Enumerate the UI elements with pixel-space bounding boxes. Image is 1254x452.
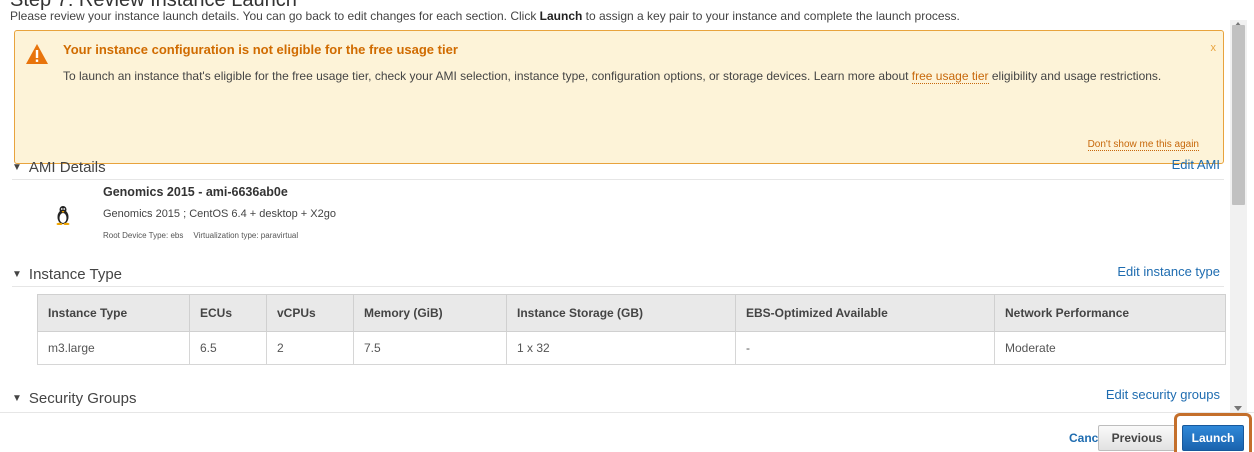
warning-body-before: To launch an instance that's eligible fo… — [63, 69, 912, 83]
ami-details-divider — [12, 179, 1224, 180]
collapse-triangle-icon: ▼ — [12, 162, 22, 173]
column-header: EBS-Optimized Available — [735, 294, 995, 332]
column-header: Instance Storage (GB) — [506, 294, 736, 332]
edit-ami-link[interactable]: Edit AMI — [1172, 157, 1220, 172]
edit-instance-type-link[interactable]: Edit instance type — [1117, 264, 1220, 279]
footer-divider — [0, 412, 1254, 413]
security-groups-header[interactable]: ▼ Security Groups — [12, 390, 136, 407]
warning-triangle-icon — [26, 44, 48, 64]
intro-text-bold: Launch — [539, 9, 583, 23]
dont-show-again-link[interactable]: Don't show me this again — [1087, 139, 1199, 151]
table-cell: 7.5 — [353, 331, 507, 365]
warning-title: Your instance configuration is not eligi… — [63, 42, 458, 57]
collapse-triangle-icon: ▼ — [12, 393, 22, 404]
table-cell: 6.5 — [189, 331, 267, 365]
ami-details-header-label: AMI Details — [28, 159, 106, 176]
intro-text: Please review your instance launch detai… — [10, 9, 960, 23]
intro-text-before: Please review your instance launch detai… — [10, 9, 540, 23]
table-cell: 1 x 32 — [506, 331, 736, 365]
instance-type-table: Instance Type ECUs vCPUs Memory (GiB) In… — [37, 294, 1226, 365]
instance-type-header[interactable]: ▼ Instance Type — [12, 266, 122, 283]
warning-body: To launch an instance that's eligible fo… — [63, 68, 1183, 84]
ami-name: Genomics 2015 - ami-6636ab0e — [103, 185, 288, 199]
table-header-row: Instance Type ECUs vCPUs Memory (GiB) In… — [37, 294, 1226, 332]
intro-text-after: to assign a key pair to your instance an… — [582, 9, 960, 23]
ami-details-header[interactable]: ▼ AMI Details — [12, 159, 106, 176]
scrollbar-thumb[interactable] — [1232, 25, 1245, 205]
table-cell: Moderate — [994, 331, 1226, 365]
column-header: Network Performance — [994, 294, 1226, 332]
instance-type-divider — [12, 286, 1224, 287]
table-cell: - — [735, 331, 995, 365]
free-usage-tier-link[interactable]: free usage tier — [911, 69, 989, 84]
launch-button[interactable]: Launch — [1182, 425, 1244, 451]
warning-close-button[interactable]: x — [1211, 42, 1217, 54]
vertical-scrollbar[interactable] — [1230, 20, 1247, 413]
table-cell: m3.large — [37, 331, 190, 365]
free-tier-warning: Your instance configuration is not eligi… — [14, 30, 1224, 164]
instance-type-header-label: Instance Type — [28, 266, 123, 283]
ami-meta: Root Device Type: ebs Virtualization type… — [103, 231, 308, 240]
scroll-down-arrow-icon[interactable] — [1234, 406, 1242, 411]
table-row: m3.large 6.5 2 7.5 1 x 32 - Moderate — [37, 331, 1226, 365]
table-cell: 2 — [266, 331, 354, 365]
edit-security-groups-link[interactable]: Edit security groups — [1106, 387, 1220, 402]
column-header: vCPUs — [266, 294, 354, 332]
ami-root-device: Root Device Type: ebs — [103, 231, 184, 240]
collapse-triangle-icon: ▼ — [12, 269, 22, 280]
linux-penguin-icon — [56, 206, 70, 225]
warning-body-after: eligibility and usage restrictions. — [988, 69, 1162, 83]
column-header: Instance Type — [37, 294, 190, 332]
column-header: ECUs — [189, 294, 267, 332]
column-header: Memory (GiB) — [353, 294, 507, 332]
security-groups-header-label: Security Groups — [28, 390, 137, 407]
ami-virtualization: Virtualization type: paravirtual — [193, 231, 299, 240]
ami-description: Genomics 2015 ; CentOS 6.4 + desktop + X… — [103, 208, 336, 220]
previous-button[interactable]: Previous — [1098, 425, 1176, 451]
